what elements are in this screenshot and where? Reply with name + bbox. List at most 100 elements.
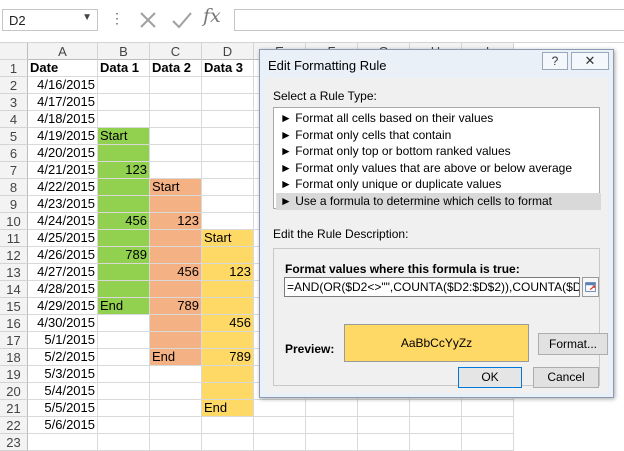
- table-cell[interactable]: 5/1/2015: [28, 332, 98, 349]
- formula-input[interactable]: [234, 9, 624, 31]
- table-cell[interactable]: [150, 400, 202, 417]
- table-cell[interactable]: [410, 417, 462, 434]
- column-header[interactable]: B: [98, 43, 150, 60]
- row-header[interactable]: 17: [0, 332, 28, 349]
- table-cell[interactable]: 4/16/2015: [28, 77, 98, 94]
- cancel-button[interactable]: Cancel: [533, 367, 599, 388]
- table-cell[interactable]: Data 3: [202, 60, 254, 77]
- table-cell[interactable]: [202, 281, 254, 298]
- table-cell[interactable]: [98, 196, 150, 213]
- table-cell[interactable]: [202, 298, 254, 315]
- rule-type-item[interactable]: ► Format only top or bottom ranked value…: [276, 143, 601, 160]
- row-header[interactable]: 15: [0, 298, 28, 315]
- insert-function-icon[interactable]: fx: [203, 5, 221, 27]
- table-cell[interactable]: [202, 128, 254, 145]
- table-cell[interactable]: Data 1: [98, 60, 150, 77]
- table-cell[interactable]: [98, 94, 150, 111]
- table-cell[interactable]: [150, 383, 202, 400]
- table-cell[interactable]: 5/5/2015: [28, 400, 98, 417]
- format-button[interactable]: Format...: [538, 333, 608, 355]
- table-cell[interactable]: [410, 434, 462, 451]
- table-cell[interactable]: 4/18/2015: [28, 111, 98, 128]
- table-cell[interactable]: [202, 213, 254, 230]
- table-cell[interactable]: 5/2/2015: [28, 349, 98, 366]
- table-cell[interactable]: [202, 196, 254, 213]
- rule-type-list[interactable]: ► Format all cells based on their values…: [273, 107, 601, 210]
- table-cell[interactable]: 5/3/2015: [28, 366, 98, 383]
- table-cell[interactable]: [98, 417, 150, 434]
- row-header[interactable]: 14: [0, 281, 28, 298]
- table-cell[interactable]: 4/26/2015: [28, 247, 98, 264]
- table-cell[interactable]: [150, 315, 202, 332]
- row-header[interactable]: 7: [0, 162, 28, 179]
- table-cell[interactable]: [28, 434, 98, 451]
- row-header[interactable]: 4: [0, 111, 28, 128]
- table-cell[interactable]: [98, 366, 150, 383]
- rule-type-item[interactable]: ► Format only values that are above or b…: [276, 160, 601, 177]
- close-button[interactable]: ✕: [571, 52, 609, 70]
- table-cell[interactable]: [358, 417, 410, 434]
- table-cell[interactable]: [462, 417, 514, 434]
- table-cell[interactable]: [98, 264, 150, 281]
- table-cell[interactable]: [306, 434, 358, 451]
- table-cell[interactable]: 456: [150, 264, 202, 281]
- table-cell[interactable]: Start: [202, 230, 254, 247]
- table-cell[interactable]: [462, 434, 514, 451]
- table-cell[interactable]: [150, 417, 202, 434]
- ok-button[interactable]: OK: [458, 367, 522, 388]
- table-cell[interactable]: Date: [28, 60, 98, 77]
- rule-type-item[interactable]: ► Format only cells that contain: [276, 127, 601, 144]
- table-cell[interactable]: [202, 332, 254, 349]
- row-header[interactable]: 6: [0, 145, 28, 162]
- table-cell[interactable]: [98, 230, 150, 247]
- row-header[interactable]: 9: [0, 196, 28, 213]
- table-cell[interactable]: End: [150, 349, 202, 366]
- range-select-icon[interactable]: [582, 277, 599, 297]
- column-header[interactable]: C: [150, 43, 202, 60]
- table-cell[interactable]: [98, 434, 150, 451]
- row-header[interactable]: 2: [0, 77, 28, 94]
- row-header[interactable]: 23: [0, 434, 28, 451]
- rule-formula-input[interactable]: =AND(OR($D2<>"",COUNTA($D2:$D$2)),COUNTA…: [284, 277, 580, 297]
- chevron-down-icon[interactable]: ▼: [82, 12, 92, 23]
- table-cell[interactable]: 4/21/2015: [28, 162, 98, 179]
- column-header[interactable]: D: [202, 43, 254, 60]
- table-cell[interactable]: [150, 196, 202, 213]
- table-cell[interactable]: Start: [150, 179, 202, 196]
- table-cell[interactable]: [150, 366, 202, 383]
- table-cell[interactable]: 4/24/2015: [28, 213, 98, 230]
- column-header[interactable]: A: [28, 43, 98, 60]
- table-cell[interactable]: [202, 434, 254, 451]
- table-cell[interactable]: 4/27/2015: [28, 264, 98, 281]
- table-cell[interactable]: [254, 417, 306, 434]
- table-cell[interactable]: [150, 247, 202, 264]
- table-cell[interactable]: [358, 434, 410, 451]
- table-cell[interactable]: 123: [202, 264, 254, 281]
- table-cell[interactable]: [254, 400, 306, 417]
- check-mark-icon[interactable]: [170, 6, 194, 34]
- table-cell[interactable]: 4/30/2015: [28, 315, 98, 332]
- table-cell[interactable]: [202, 366, 254, 383]
- table-cell[interactable]: [150, 77, 202, 94]
- help-button[interactable]: ?: [542, 52, 568, 70]
- select-all-corner[interactable]: [0, 43, 28, 60]
- table-cell[interactable]: [462, 400, 514, 417]
- row-header[interactable]: 3: [0, 94, 28, 111]
- table-cell[interactable]: [98, 111, 150, 128]
- table-cell[interactable]: [202, 77, 254, 94]
- table-cell[interactable]: 4/23/2015: [28, 196, 98, 213]
- table-cell[interactable]: [306, 400, 358, 417]
- table-cell[interactable]: 789: [98, 247, 150, 264]
- row-header[interactable]: 1: [0, 60, 28, 77]
- row-header[interactable]: 16: [0, 315, 28, 332]
- table-cell[interactable]: 4/29/2015: [28, 298, 98, 315]
- name-box[interactable]: D2 ▼: [2, 9, 98, 31]
- rule-type-item[interactable]: ► Use a formula to determine which cells…: [276, 192, 601, 210]
- table-cell[interactable]: [202, 145, 254, 162]
- table-cell[interactable]: [306, 417, 358, 434]
- table-cell[interactable]: [98, 332, 150, 349]
- table-cell[interactable]: [410, 400, 462, 417]
- table-cell[interactable]: 4/28/2015: [28, 281, 98, 298]
- table-cell[interactable]: [150, 281, 202, 298]
- table-cell[interactable]: 4/17/2015: [28, 94, 98, 111]
